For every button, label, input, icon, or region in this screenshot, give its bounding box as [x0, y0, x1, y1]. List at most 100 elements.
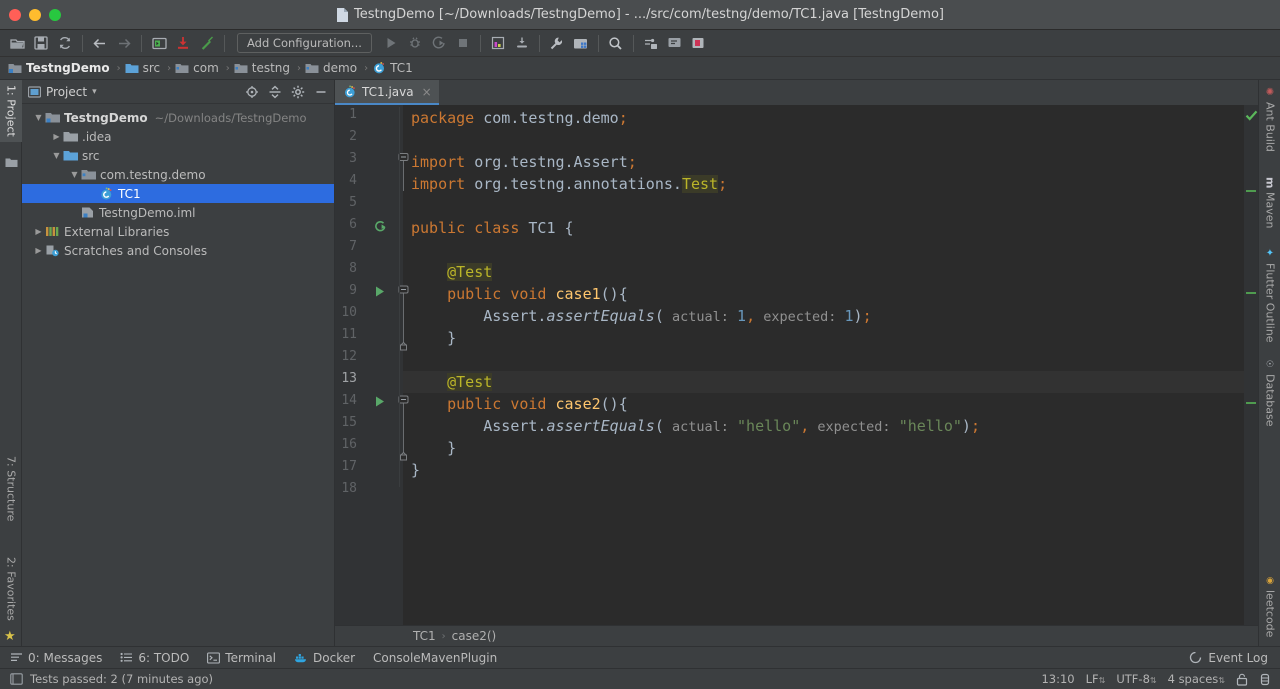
vcs-update-icon[interactable]: [640, 32, 662, 54]
breadcrumb-item-project[interactable]: TestngDemo: [8, 61, 113, 75]
save-all-icon[interactable]: [30, 32, 52, 54]
back-arrow-icon[interactable]: [89, 32, 111, 54]
current-line-highlight: [403, 371, 1244, 393]
chevron-updown-icon: ⇅: [1098, 676, 1106, 685]
collapse-all-icon[interactable]: [268, 85, 282, 99]
bottom-item-todo[interactable]: 6: TODO: [120, 651, 189, 665]
sidebar-item-maven[interactable]: m Maven: [1259, 172, 1280, 234]
leetcode-icon: ◉: [1265, 575, 1275, 586]
sidebar-item-project[interactable]: 1: Project: [0, 80, 22, 142]
event-log-button[interactable]: Event Log: [1189, 651, 1280, 665]
inspection-scrollbar[interactable]: [1244, 105, 1258, 625]
code-text[interactable]: package com.testng.demo; import org.test…: [403, 105, 1244, 625]
breadcrumb-item-class[interactable]: TC1: [372, 61, 416, 75]
source-folder-icon: [125, 62, 139, 74]
status-message[interactable]: Tests passed: 2 (7 minutes ago): [30, 672, 213, 686]
project-tab-label: 1: Project: [4, 85, 18, 137]
tree-node-external-libraries[interactable]: ▶ External Libraries: [22, 222, 334, 241]
tests-passed-icon: [10, 673, 23, 685]
project-panel-actions: [245, 85, 328, 99]
line-separator-value: LF: [1085, 672, 1099, 686]
indent-selector[interactable]: 4 spaces⇅: [1168, 672, 1225, 686]
bottom-item-docker[interactable]: Docker: [294, 651, 355, 665]
console-icon[interactable]: [148, 32, 170, 54]
bottom-item-messages[interactable]: 0: Messages: [10, 651, 102, 665]
event-log-label: Event Log: [1208, 650, 1268, 665]
code-line-13: @Test: [447, 373, 493, 391]
editor-tab-bar: TC1.java ×: [335, 80, 1258, 105]
tree-node-scratches[interactable]: ▶ Scratches and Consoles: [22, 241, 334, 260]
plugin-icon[interactable]: [688, 32, 710, 54]
sidebar-item-flutter-outline[interactable]: ✦ Flutter Outline: [1259, 243, 1280, 348]
hide-icon[interactable]: [314, 85, 328, 99]
editor-tab-tc1-java[interactable]: TC1.java ×: [335, 80, 439, 105]
profiler-icon[interactable]: [487, 32, 509, 54]
main-toolbar: Add Configuration...: [0, 30, 1280, 57]
commit-icon[interactable]: [664, 32, 686, 54]
editor-breadcrumb-member[interactable]: case2(): [452, 629, 497, 643]
chevron-right-icon[interactable]: ▶: [50, 132, 63, 141]
breadcrumb-item-com[interactable]: com: [175, 61, 222, 75]
bottom-item-console-maven-plugin[interactable]: ConsoleMavenPlugin: [373, 651, 497, 665]
inspection-ok-icon[interactable]: [1245, 109, 1258, 122]
sidebar-item-structure[interactable]: 7: Structure: [0, 451, 22, 526]
encoding-selector[interactable]: UTF-8⇅: [1116, 672, 1156, 686]
tree-node-tc1[interactable]: TC1: [22, 184, 334, 203]
breadcrumb-item-src[interactable]: src: [125, 61, 164, 75]
close-icon[interactable]: ×: [422, 85, 432, 99]
breadcrumb: TestngDemo › src › com › testng › demo ›…: [0, 57, 1280, 80]
editor-breadcrumb-class[interactable]: TC1: [413, 629, 436, 643]
build-hammer-icon[interactable]: [196, 32, 218, 54]
run-all-tests-icon[interactable]: [373, 219, 388, 234]
messages-icon: [10, 652, 23, 663]
editor-gutter[interactable]: 1 2 3 4 5 6 7 8 9 10 11 12 13 14 15 16 1: [335, 105, 409, 625]
gear-icon[interactable]: [291, 85, 305, 99]
ant-build-label: Ant Build: [1263, 102, 1277, 152]
toolbar-separator: [632, 34, 634, 52]
sidebar-item-favorites[interactable]: 2: Favorites: [0, 552, 22, 626]
code-line-15: Assert.assertEquals( actual: "hello", ex…: [411, 417, 980, 435]
toolbar-separator: [538, 34, 540, 52]
line-separator-selector[interactable]: LF⇅: [1086, 672, 1106, 686]
sidebar-item-database[interactable]: ☉ Database: [1259, 355, 1280, 432]
bottom-item-terminal[interactable]: Terminal: [207, 651, 276, 665]
chevron-down-icon[interactable]: ▼: [68, 170, 81, 179]
run-test-icon[interactable]: [374, 285, 386, 298]
chevron-down-icon[interactable]: ▼: [50, 151, 63, 160]
locate-target-icon[interactable]: [245, 85, 259, 99]
tree-node-src[interactable]: ▼ src: [22, 146, 334, 165]
chevron-right-icon[interactable]: ▶: [32, 246, 45, 255]
line-number: 2: [349, 129, 357, 144]
tree-node-label: TestngDemo: [64, 110, 148, 125]
chevron-right-icon[interactable]: ▶: [32, 227, 45, 236]
tree-node-testngdemo[interactable]: ▼ TestngDemo ~/Downloads/TestngDemo: [22, 108, 334, 127]
breadcrumb-item-demo[interactable]: demo: [305, 61, 360, 75]
project-structure-icon[interactable]: [570, 32, 592, 54]
flutter-icon: ✦: [1264, 248, 1276, 259]
chevron-down-icon[interactable]: ▾: [92, 87, 97, 97]
sync-icon[interactable]: [54, 32, 76, 54]
caret-position[interactable]: 13:10: [1041, 672, 1074, 686]
scrollbar-marker: [1246, 190, 1256, 192]
tree-node-iml[interactable]: TestngDemo.iml: [22, 203, 334, 222]
open-folder-icon[interactable]: [6, 32, 28, 54]
inspector-icon[interactable]: [1259, 673, 1271, 686]
tree-node-idea[interactable]: ▶ .idea: [22, 127, 334, 146]
lock-icon[interactable]: [1236, 673, 1248, 686]
chevron-down-icon[interactable]: ▼: [32, 113, 45, 122]
sidebar-item-leetcode[interactable]: ◉ leetcode: [1259, 571, 1280, 642]
attach-icon[interactable]: [511, 32, 533, 54]
run-configuration-selector[interactable]: Add Configuration...: [237, 33, 372, 53]
run-test-icon[interactable]: [374, 395, 386, 408]
window-title: TestngDemo [~/Downloads/TestngDemo] - ..…: [0, 7, 1280, 22]
code-line-8: @Test: [447, 263, 493, 281]
settings-wrench-icon[interactable]: [546, 32, 568, 54]
tree-node-package[interactable]: ▼ com.testng.demo: [22, 165, 334, 184]
search-icon[interactable]: [605, 32, 627, 54]
toolbar-separator: [141, 34, 142, 52]
update-project-icon[interactable]: [172, 32, 194, 54]
sidebar-item-ant-build[interactable]: ✺ Ant Build: [1259, 82, 1280, 157]
ant-icon: ✺: [1264, 87, 1276, 98]
database-icon: ☉: [1265, 360, 1275, 370]
breadcrumb-item-testng[interactable]: testng: [234, 61, 293, 75]
